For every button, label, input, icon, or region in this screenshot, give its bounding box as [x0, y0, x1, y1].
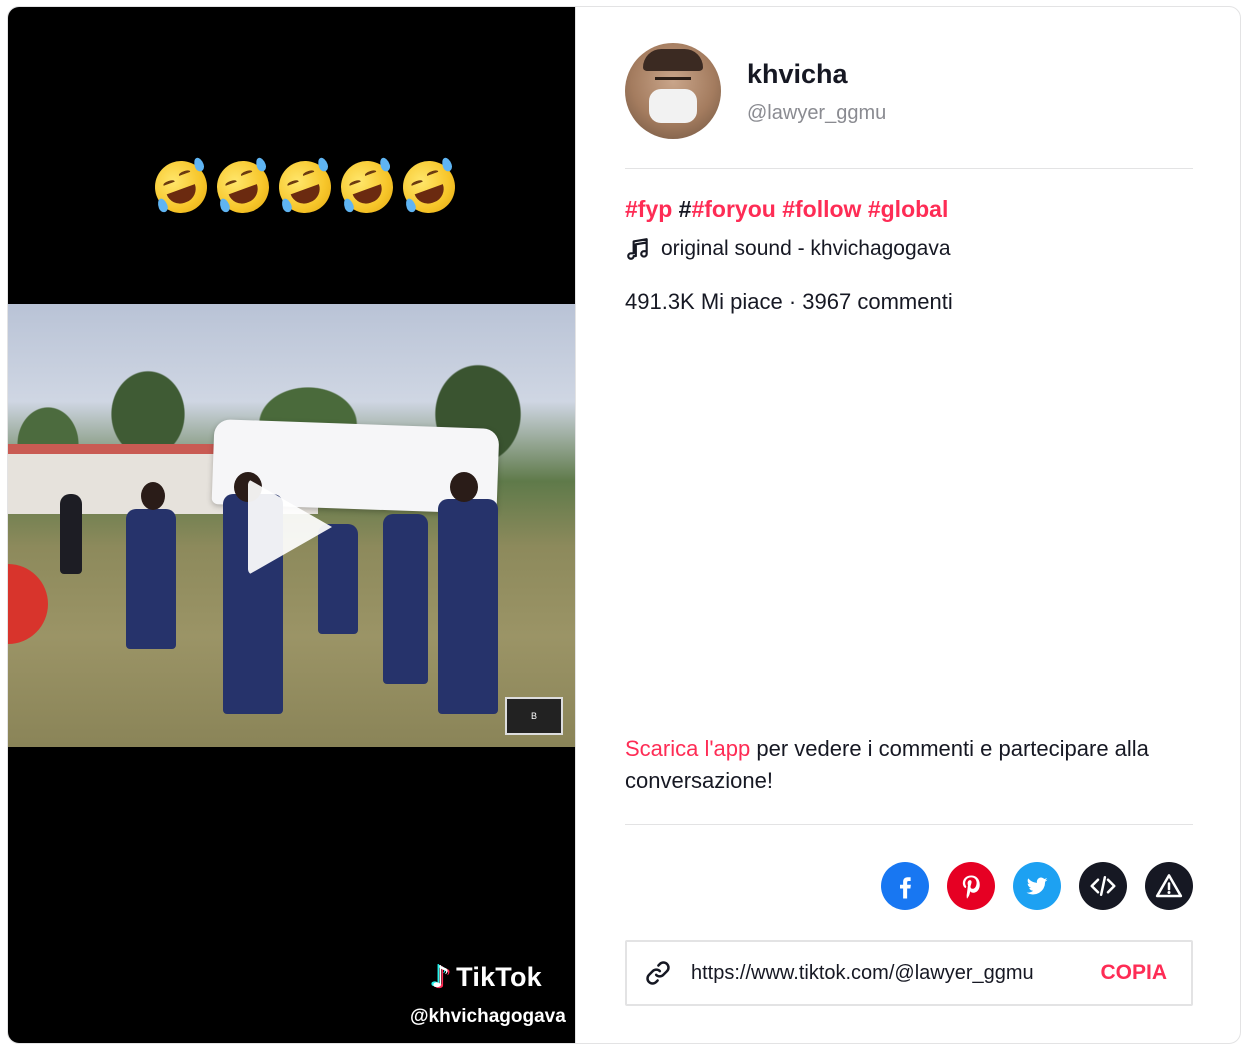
- hashtag-link[interactable]: #follow: [782, 196, 861, 222]
- video-person: [438, 499, 498, 714]
- hashtag-link[interactable]: #fyp: [625, 196, 672, 222]
- tiktok-watermark: ♪ TikTok: [431, 957, 542, 997]
- embed-button[interactable]: [1079, 862, 1127, 910]
- twitter-share-button[interactable]: [1013, 862, 1061, 910]
- copy-link-button[interactable]: COPIA: [1100, 961, 1167, 985]
- video-player[interactable]: B ♪ TikTok @khvichagogava: [8, 7, 575, 1043]
- pinterest-icon: [962, 875, 980, 899]
- rofl-emoji-icon: [395, 153, 463, 221]
- video-person-head: [141, 482, 165, 510]
- video-person: [383, 514, 428, 684]
- video-person: [60, 494, 82, 574]
- tiktok-logo-icon: ♪: [431, 959, 451, 995]
- emoji-overlay: [147, 153, 463, 221]
- hashtag-link[interactable]: #global: [868, 196, 949, 222]
- hashtag-link[interactable]: #foryou: [691, 196, 775, 222]
- link-icon: [646, 961, 670, 985]
- twitter-icon: [1026, 877, 1048, 895]
- play-icon[interactable]: [248, 479, 332, 575]
- author-name[interactable]: khvicha: [747, 59, 848, 90]
- facebook-share-button[interactable]: [881, 862, 929, 910]
- embed-icon: [1090, 876, 1116, 896]
- watermark-handle: @khvichagogava: [410, 1006, 566, 1027]
- rofl-emoji-icon: [147, 153, 215, 221]
- tiktok-brand-name: TikTok: [456, 961, 542, 992]
- rofl-emoji-icon: [333, 153, 401, 221]
- warning-icon: [1155, 874, 1183, 898]
- sound-link[interactable]: original sound - khvichagogava: [625, 236, 951, 262]
- tiktok-embed-card: B ♪ TikTok @khvichagogava khvicha @lawye…: [7, 6, 1241, 1044]
- report-button[interactable]: [1145, 862, 1193, 910]
- download-app-prompt: Scarica l'app per vedere i commenti e pa…: [625, 733, 1195, 797]
- avatar[interactable]: [625, 43, 721, 139]
- music-note-icon: [627, 238, 648, 260]
- video-person-head: [450, 472, 478, 502]
- pinterest-share-button[interactable]: [947, 862, 995, 910]
- divider: [625, 824, 1193, 825]
- download-app-link[interactable]: Scarica l'app: [625, 736, 750, 761]
- facebook-icon: [900, 877, 911, 899]
- share-url-box: https://www.tiktok.com/@lawyer_ggmu COPI…: [625, 940, 1193, 1006]
- video-channel-logo: B: [505, 697, 563, 735]
- caption-tags: #fyp ##foryou #follow #global: [625, 196, 948, 223]
- sound-label: original sound - khvichagogava: [661, 237, 951, 260]
- author-handle[interactable]: @lawyer_ggmu: [747, 102, 886, 125]
- rofl-emoji-icon: [271, 153, 339, 221]
- engagement-stats: 491.3K Mi piace · 3967 commenti: [625, 289, 953, 314]
- divider: [625, 168, 1193, 169]
- rofl-emoji-icon: [209, 153, 277, 221]
- video-person: [126, 509, 176, 649]
- info-panel: khvicha @lawyer_ggmu #fyp ##foryou #foll…: [575, 7, 1240, 1043]
- video-red-object: [8, 564, 48, 644]
- tag-prefix: #: [672, 196, 692, 222]
- share-buttons: [881, 862, 1193, 910]
- share-url[interactable]: https://www.tiktok.com/@lawyer_ggmu: [691, 962, 1100, 985]
